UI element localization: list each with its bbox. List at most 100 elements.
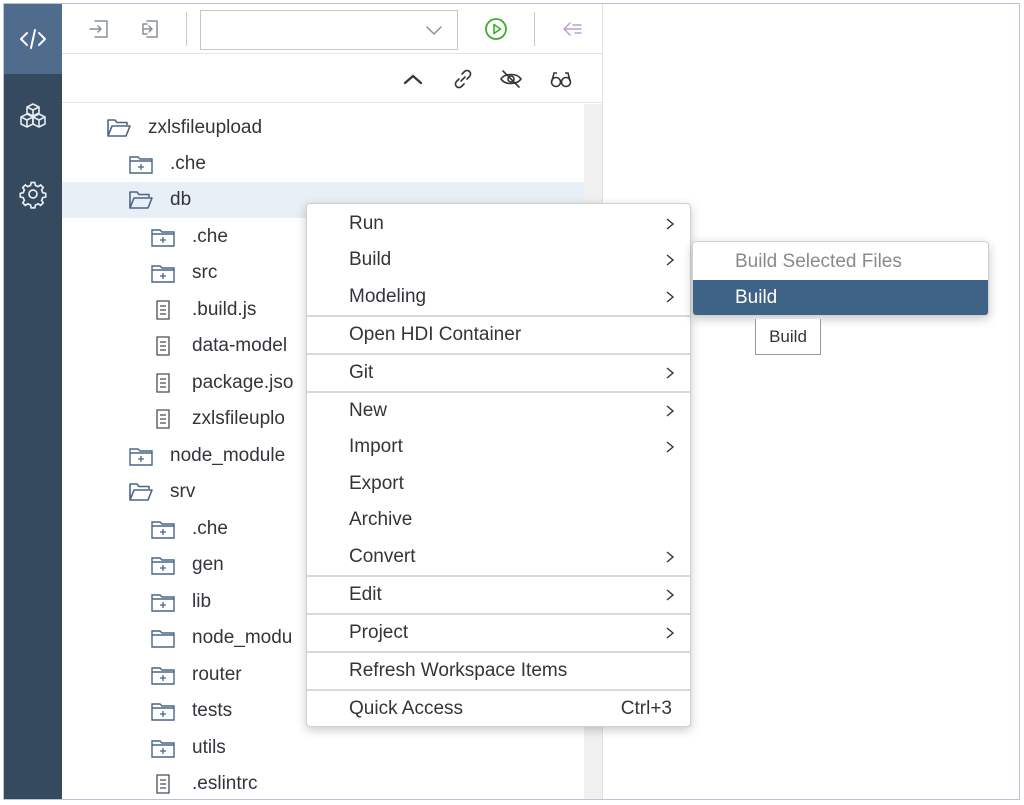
cube-stack-icon — [20, 103, 46, 128]
menu-item-label: Convert — [349, 546, 416, 567]
chevron-right-icon — [666, 627, 675, 639]
menu-item-label: Build — [349, 249, 392, 270]
tree-node-folder[interactable]: .che — [62, 146, 584, 182]
folder-plus-icon — [150, 663, 176, 687]
menu-item-git[interactable]: Git — [307, 355, 690, 391]
tree-node-label: .che — [192, 518, 228, 539]
tree-node-label: tests — [192, 700, 233, 721]
sync-button[interactable] — [559, 16, 585, 42]
menu-item-modeling[interactable]: Modeling — [307, 279, 690, 315]
import-button[interactable] — [86, 16, 112, 42]
menu-item-export[interactable]: Export — [307, 466, 690, 502]
chevron-right-icon — [666, 405, 675, 417]
collapse-icon — [403, 74, 423, 85]
menu-item-open-hdi-container[interactable]: Open HDI Container — [307, 317, 690, 353]
tree-node-label: srv — [170, 481, 196, 502]
build-submenu: Build Selected Files Build — [692, 241, 989, 316]
import-icon — [89, 20, 108, 38]
toolbar-separator — [534, 12, 535, 46]
gear-icon — [19, 181, 47, 209]
toolbar-separator — [186, 12, 187, 46]
menu-item-label: Project — [349, 622, 409, 643]
export-button[interactable] — [136, 16, 162, 42]
hide-icon — [500, 70, 522, 88]
folder-empty-icon — [150, 626, 176, 650]
menu-item-archive[interactable]: Archive — [307, 502, 690, 538]
menu-item-label: Archive — [349, 509, 413, 530]
folder-plus-icon — [150, 699, 176, 723]
tree-node-file[interactable]: .eslintrc — [62, 766, 584, 799]
menu-item-project[interactable]: Project — [307, 615, 690, 651]
folder-open-icon — [128, 188, 154, 212]
menu-item-import[interactable]: Import — [307, 429, 690, 465]
tree-node-label: gen — [192, 554, 224, 575]
export-icon — [142, 20, 158, 38]
preferences-button[interactable] — [4, 159, 62, 229]
tree-node-label: node_module — [170, 445, 286, 466]
hide-hidden-files-button[interactable] — [498, 66, 524, 92]
code-icon — [20, 29, 46, 49]
run-icon — [485, 18, 507, 40]
chevron-right-icon — [666, 291, 675, 303]
folder-plus-icon — [150, 553, 176, 577]
menu-item-label: Refresh Workspace Items — [349, 660, 568, 681]
submenu-item-build[interactable]: Build — [693, 280, 988, 315]
submenu-item-label: Build Selected Files — [735, 251, 902, 272]
tree-node-label: zxlsfileuplo — [192, 408, 285, 429]
tree-node-label: utils — [192, 737, 226, 758]
link-icon — [454, 69, 472, 89]
glasses-icon — [550, 72, 572, 88]
file-icon — [150, 772, 176, 796]
chevron-right-icon — [666, 441, 675, 453]
tree-node-folder[interactable]: utils — [62, 730, 584, 766]
menu-item-convert[interactable]: Convert — [307, 539, 690, 575]
tree-node-label: router — [192, 664, 242, 685]
activity-bar — [4, 4, 62, 799]
folder-plus-icon — [150, 590, 176, 614]
menu-item-label: Run — [349, 213, 384, 234]
tree-node-label: node_modu — [192, 627, 293, 648]
menu-item-refresh-workspace[interactable]: Refresh Workspace Items — [307, 653, 690, 689]
chevron-right-icon — [666, 218, 675, 230]
folder-open-icon — [106, 116, 132, 140]
menu-item-run[interactable]: Run — [307, 206, 690, 242]
tree-node-label: package.jso — [192, 372, 294, 393]
development-perspective-button[interactable] — [4, 4, 62, 74]
menu-item-new[interactable]: New — [307, 393, 690, 429]
menu-item-build[interactable]: Build — [307, 242, 690, 278]
tree-node-label: data-model — [192, 335, 288, 356]
menu-item-label: Import — [349, 436, 403, 457]
menu-item-label: New — [349, 400, 388, 421]
run-configuration-select[interactable] — [200, 10, 458, 50]
chevron-right-icon — [666, 551, 675, 563]
file-icon — [150, 298, 176, 322]
menu-item-label: Export — [349, 473, 404, 494]
folder-plus-icon — [150, 736, 176, 760]
build-tooltip: Build — [755, 319, 821, 355]
menu-item-label: Open HDI Container — [349, 324, 522, 345]
workspace-header — [62, 55, 602, 103]
tree-node-label: .che — [192, 226, 228, 247]
database-perspective-button[interactable] — [4, 81, 62, 151]
menu-item-edit[interactable]: Edit — [307, 577, 690, 613]
folder-plus-icon — [150, 225, 176, 249]
folder-open-icon — [128, 480, 154, 504]
tree-node-label: .che — [170, 153, 206, 174]
main-toolbar — [62, 4, 602, 54]
menu-item-label: Modeling — [349, 286, 427, 307]
context-menu: Run Build Modeling Open HDI Container Gi… — [306, 203, 691, 727]
collapse-button[interactable] — [400, 66, 426, 92]
run-button[interactable] — [483, 16, 509, 42]
chevron-right-icon — [666, 254, 675, 266]
tooltip-text: Build — [769, 326, 807, 346]
tree-node-folder[interactable]: zxlsfileupload — [62, 110, 584, 146]
folder-plus-icon — [150, 261, 176, 285]
chevron-down-icon — [426, 26, 442, 36]
folder-plus-icon — [128, 444, 154, 468]
file-icon — [150, 371, 176, 395]
link-with-editor-button[interactable] — [450, 66, 476, 92]
search-files-button[interactable] — [548, 66, 574, 92]
tree-node-label: db — [170, 189, 192, 210]
menu-item-quick-access[interactable]: Quick Access Ctrl+3 — [307, 691, 690, 727]
menu-item-shortcut: Ctrl+3 — [620, 698, 672, 719]
